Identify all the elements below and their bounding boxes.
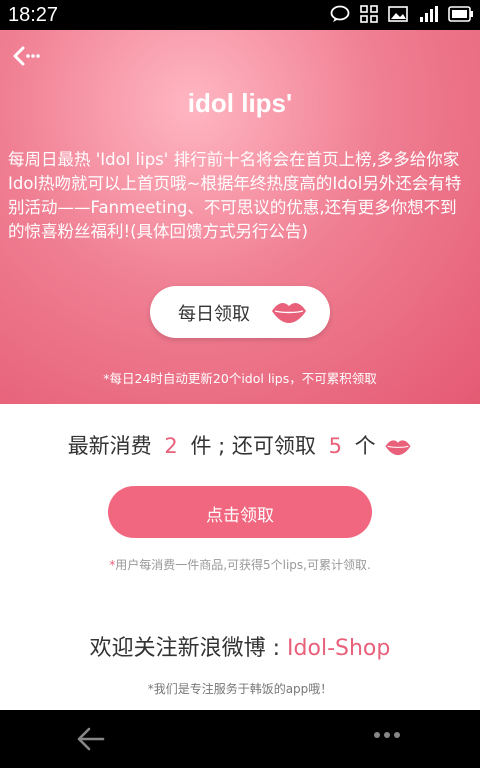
consume-summary: 最新消费 2 件 ; 还可领取 5 个 [0, 430, 480, 460]
daily-claim-button[interactable]: 每日领取 [150, 286, 330, 338]
battery-icon [448, 6, 473, 22]
consume-suffix: 个 [354, 434, 376, 458]
daily-claim-label: 每日领取 [178, 304, 250, 325]
claim-note: *用户每消费一件商品,可获得5个lips,可累计领取. [0, 556, 480, 573]
claim-note-text: 用户每消费一件商品,可获得5个lips,可累计领取. [115, 558, 371, 572]
hero-banner: idol lips' 每周日最热 'Idol lips' 排行前十名将会在首页上… [0, 30, 480, 404]
remaining-count: 5 [328, 434, 342, 458]
more-icon[interactable] [372, 730, 402, 740]
follow-weibo: 欢迎关注新浪微博 : Idol-Shop [0, 630, 480, 662]
consume-prefix: 最新消费 [67, 434, 152, 458]
claim-button-label: 点击领取 [206, 506, 274, 526]
navigation-bar [0, 710, 480, 768]
claim-button[interactable]: 点击领取 [108, 486, 372, 538]
signal-icon [420, 6, 438, 22]
back-arrow-icon[interactable] [12, 44, 42, 68]
grid-icon [360, 5, 378, 23]
image-icon [388, 6, 408, 22]
lips-icon [385, 440, 411, 456]
consume-count: 2 [164, 434, 178, 458]
chat-icon [330, 5, 350, 22]
consume-middle: 件 ; 还可领取 [190, 434, 316, 458]
hero-description: 每周日最热 'Idol lips' 排行前十名将会在首页上榜,多多给你家Idol… [8, 150, 462, 241]
follow-prefix: 欢迎关注新浪微博 : [89, 636, 288, 661]
shop-link[interactable]: Idol-Shop [287, 636, 390, 661]
lips-icon [272, 303, 306, 323]
status-time: 18:27 [8, 4, 59, 26]
daily-note: *每日24时自动更新20个idol lips，不可累积领取 [103, 371, 377, 386]
status-bar: 18:27 [0, 0, 480, 30]
consume-section: 最新消费 2 件 ; 还可领取 5 个 点击领取 *用户每消费一件商品,可获得5… [0, 404, 480, 710]
nav-back-icon[interactable] [76, 724, 106, 754]
page-title: idol lips' [187, 88, 293, 118]
footer-note: *我们是专注服务于韩饭的app哦！ [147, 682, 333, 696]
status-icons [330, 5, 474, 23]
